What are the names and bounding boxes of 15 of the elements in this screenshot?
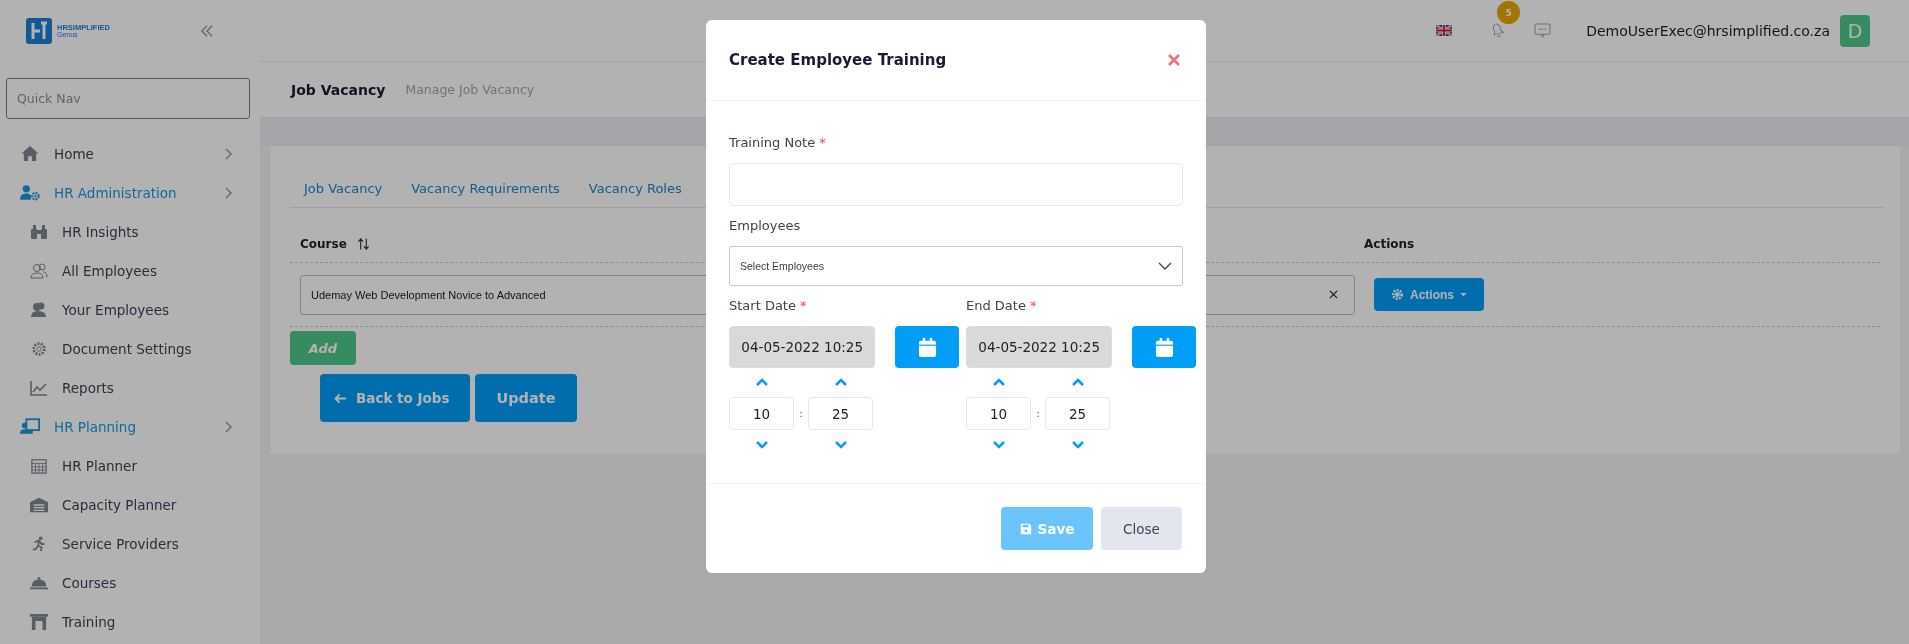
time-separator: : — [798, 407, 804, 420]
notification-badge: 5 — [1497, 1, 1521, 24]
column-header: Course — [300, 237, 347, 251]
required-mark: * — [819, 135, 826, 152]
page-title: Job Vacancy — [291, 81, 386, 98]
field-label: Start Date — [729, 298, 796, 315]
field-label: Employees — [729, 218, 801, 235]
required-mark: * — [799, 298, 807, 315]
modal-title: Create Employee Training — [729, 51, 947, 69]
time-separator: : — [1035, 407, 1041, 420]
required-mark: * — [1029, 298, 1037, 315]
column-header: Actions — [1364, 237, 1415, 251]
field-label: Training Note — [729, 135, 816, 152]
page-subtitle: Manage Job Vacancy — [405, 82, 535, 97]
field-label: End Date — [966, 298, 1026, 315]
